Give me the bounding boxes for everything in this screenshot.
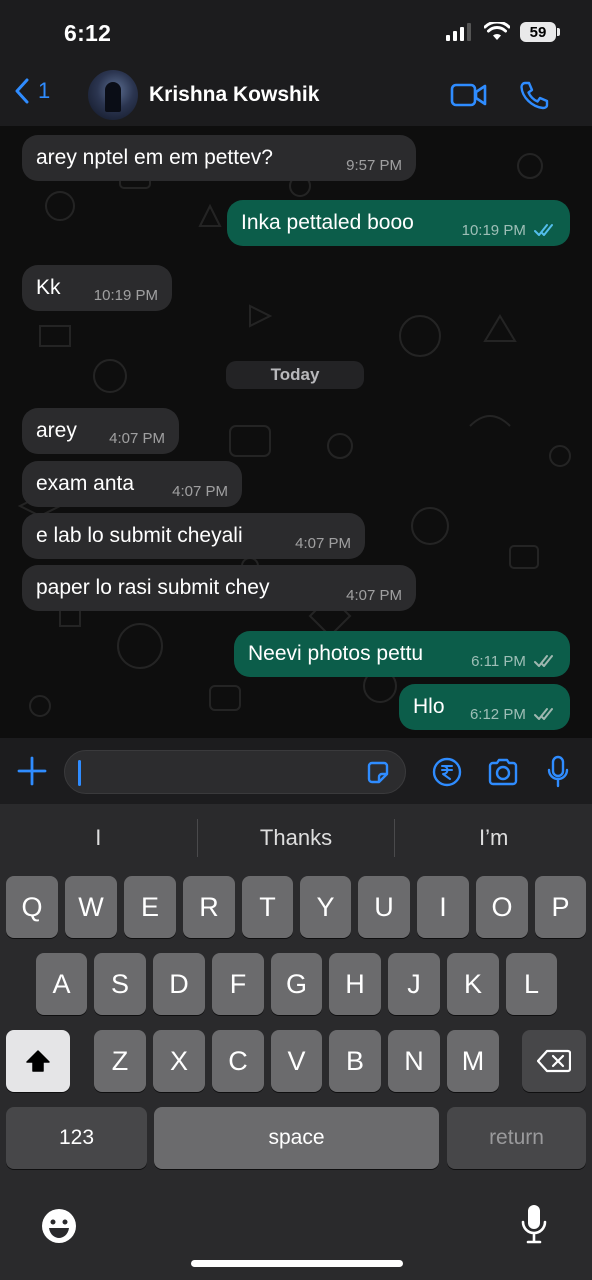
message-time: 10:19 PM	[461, 222, 526, 239]
back-button[interactable]: 1	[14, 78, 50, 104]
key-p[interactable]: P	[535, 876, 586, 938]
key-g[interactable]: G	[271, 953, 322, 1015]
message-time: 6:12 PM	[469, 706, 526, 723]
rupee-icon[interactable]	[432, 757, 462, 787]
message-time: 9:57 PM	[346, 157, 402, 174]
key-c[interactable]: C	[212, 1030, 264, 1092]
suggestion-3[interactable]: I’m	[395, 816, 592, 860]
backspace-icon	[537, 1049, 571, 1073]
suggestion-1[interactable]: I	[0, 816, 197, 860]
read-receipt-icon	[534, 224, 553, 236]
key-v[interactable]: V	[271, 1030, 322, 1092]
cellular-signal-icon	[446, 23, 471, 41]
space-key[interactable]: space	[154, 1107, 439, 1169]
suggestion-2[interactable]: Thanks	[198, 816, 395, 860]
backspace-key[interactable]	[522, 1030, 586, 1092]
key-f[interactable]: F	[212, 953, 264, 1015]
key-e[interactable]: E	[124, 876, 176, 938]
message-time-wrap: 10:19 PM	[462, 203, 556, 259]
message-time-wrap: 6:12 PM	[470, 687, 556, 738]
key-u[interactable]: U	[358, 876, 410, 938]
key-t[interactable]: T	[242, 876, 293, 938]
home-indicator[interactable]	[191, 1260, 403, 1267]
chevron-left-icon	[15, 78, 29, 104]
key-n[interactable]: N	[388, 1030, 440, 1092]
message-time: 4:07 PM	[346, 587, 402, 604]
key-x[interactable]: X	[153, 1030, 205, 1092]
key-z[interactable]: Z	[94, 1030, 146, 1092]
keyboard: I Thanks I’m Q W E R T Y U I O P A S D F…	[0, 804, 592, 1280]
key-j[interactable]: J	[388, 953, 440, 1015]
key-o[interactable]: O	[476, 876, 528, 938]
plus-icon[interactable]	[17, 756, 47, 786]
return-key[interactable]: return	[447, 1107, 586, 1169]
top-bar: 6:12 59 1 Krishna Kowshik	[0, 0, 592, 126]
video-call-icon[interactable]	[450, 82, 488, 108]
message-time: 4:07 PM	[295, 535, 351, 552]
message-text: Neevi photos pettu	[248, 642, 424, 665]
contact-name[interactable]: Krishna Kowshik	[149, 83, 319, 107]
message-input[interactable]	[64, 750, 406, 794]
message-text: exam anta	[36, 472, 135, 495]
shift-key[interactable]	[6, 1030, 70, 1092]
key-h[interactable]: H	[329, 953, 381, 1015]
message-time: 10:19 PM	[93, 287, 158, 304]
key-r[interactable]: R	[183, 876, 235, 938]
key-i[interactable]: I	[417, 876, 469, 938]
message-incoming[interactable]: paper lo rasi submit chey 4:07 PM	[22, 565, 416, 611]
message-text: Hlo	[413, 695, 445, 718]
dictation-microphone-icon[interactable]	[520, 1203, 548, 1245]
message-time: 4:07 PM	[109, 430, 165, 447]
message-text: paper lo rasi submit chey	[36, 576, 270, 599]
text-caret	[78, 760, 81, 786]
message-time: 4:07 PM	[172, 483, 228, 500]
message-outgoing[interactable]: Hlo 6:12 PM	[399, 684, 570, 730]
emoji-icon[interactable]	[40, 1207, 78, 1245]
message-text: e lab lo submit cheyali	[36, 524, 243, 547]
message-text: arey	[36, 419, 77, 442]
camera-icon[interactable]	[487, 758, 519, 786]
suggestion-bar: I Thanks I’m	[0, 816, 592, 860]
status-time: 6:12	[64, 20, 112, 46]
key-q[interactable]: Q	[6, 876, 58, 938]
message-text: Kk	[36, 276, 61, 299]
key-w[interactable]: W	[65, 876, 117, 938]
message-incoming[interactable]: arey nptel em em pettev? 9:57 PM	[22, 135, 416, 181]
key-b[interactable]: B	[329, 1030, 381, 1092]
shift-icon	[26, 1050, 50, 1072]
day-separator: Today	[226, 361, 364, 389]
microphone-icon[interactable]	[546, 755, 570, 789]
message-incoming[interactable]: arey 4:07 PM	[22, 408, 179, 454]
phone-icon[interactable]	[518, 80, 550, 110]
unread-count: 1	[38, 78, 51, 103]
chat-area[interactable]: arey nptel em em pettev? 9:57 PM Inka pe…	[0, 126, 592, 738]
message-text: arey nptel em em pettev?	[36, 146, 273, 169]
delivered-receipt-icon	[534, 708, 553, 720]
key-m[interactable]: M	[447, 1030, 499, 1092]
key-l[interactable]: L	[506, 953, 557, 1015]
message-time: 6:11 PM	[471, 653, 526, 670]
wifi-icon	[484, 22, 510, 40]
sticker-icon[interactable]	[365, 760, 391, 786]
key-s[interactable]: S	[94, 953, 146, 1015]
message-incoming[interactable]: Kk 10:19 PM	[22, 265, 172, 311]
numbers-key[interactable]: 123	[6, 1107, 147, 1169]
status-icons: 59	[446, 22, 560, 42]
battery-level: 59	[529, 23, 547, 41]
message-text: Inka pettaled booo	[241, 211, 414, 234]
message-outgoing[interactable]: Inka pettaled booo 10:19 PM	[227, 200, 570, 246]
message-time-wrap: 6:11 PM	[471, 634, 556, 690]
message-outgoing[interactable]: Neevi photos pettu 6:11 PM	[234, 631, 570, 677]
message-incoming[interactable]: e lab lo submit cheyali 4:07 PM	[22, 513, 365, 559]
delivered-receipt-icon	[534, 655, 553, 667]
key-d[interactable]: D	[153, 953, 205, 1015]
key-a[interactable]: A	[36, 953, 87, 1015]
avatar[interactable]	[88, 70, 138, 120]
message-incoming[interactable]: exam anta 4:07 PM	[22, 461, 242, 507]
key-k[interactable]: K	[447, 953, 499, 1015]
key-y[interactable]: Y	[300, 876, 351, 938]
battery-indicator: 59	[520, 22, 560, 42]
composer-bar	[0, 738, 592, 804]
